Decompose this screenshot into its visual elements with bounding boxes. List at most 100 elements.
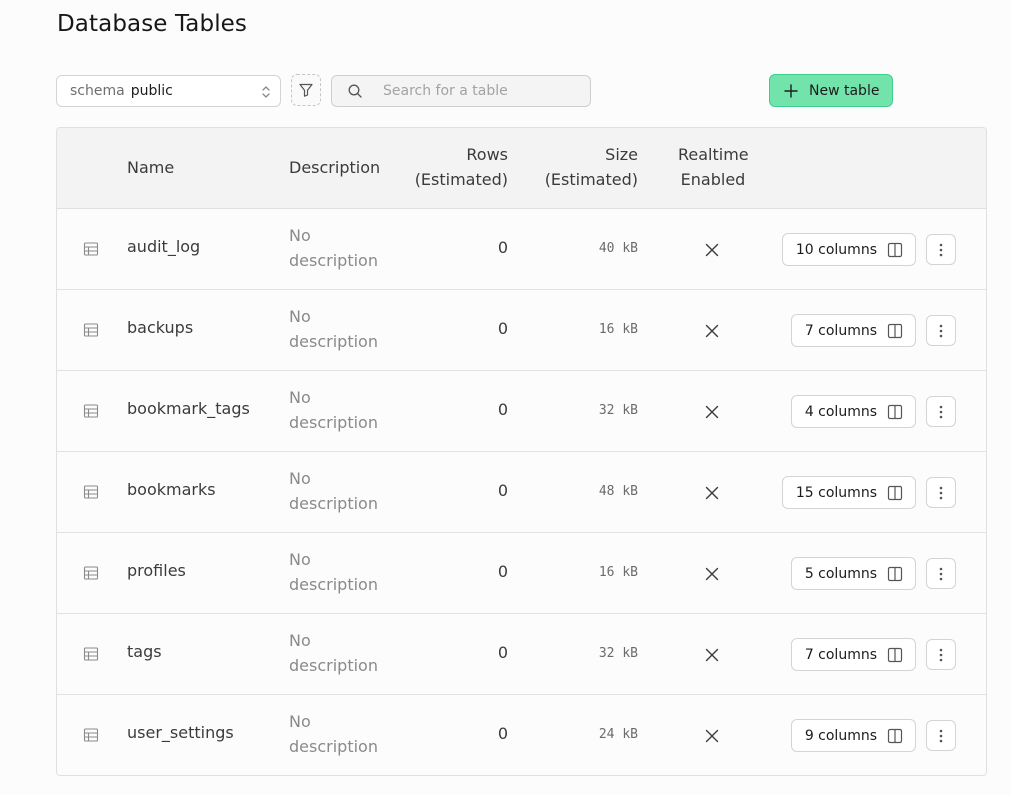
table-name[interactable]: user_settings xyxy=(127,723,234,742)
columns-label: 15 columns xyxy=(795,484,877,501)
header-rows-line2: (Estimated) xyxy=(414,170,508,189)
page-title: Database Tables xyxy=(57,11,248,37)
table-icon xyxy=(83,565,99,585)
tables-table: Name Description Rows (Estimated) Size (… xyxy=(56,127,987,776)
description-line2: description xyxy=(289,251,378,270)
columns-button[interactable]: 5 columns xyxy=(790,557,916,590)
more-vertical-icon xyxy=(939,243,943,257)
columns-button[interactable]: 7 columns xyxy=(790,314,916,347)
header-rows-line1: Rows xyxy=(466,145,508,164)
rows-estimated: 0 xyxy=(497,643,508,662)
header-size-line2: (Estimated) xyxy=(544,170,638,189)
description-line1: No xyxy=(289,469,311,488)
size-estimated: 48 kB xyxy=(598,484,638,499)
rows-estimated: 0 xyxy=(497,562,508,581)
header-size: Size (Estimated) xyxy=(545,142,638,192)
columns-label: 4 columns xyxy=(804,403,877,420)
rows-estimated: 0 xyxy=(497,724,508,743)
table-name[interactable]: bookmark_tags xyxy=(127,399,250,418)
rows-estimated: 0 xyxy=(497,238,508,257)
columns-icon xyxy=(887,323,903,339)
more-vertical-icon xyxy=(939,729,943,743)
table-description: No description xyxy=(289,385,389,435)
more-options-button[interactable] xyxy=(926,720,956,751)
size-estimated: 16 kB xyxy=(598,322,638,337)
header-description: Description xyxy=(289,158,381,177)
table-name[interactable]: tags xyxy=(127,642,162,661)
description-line2: description xyxy=(289,737,378,756)
rows-estimated: 0 xyxy=(497,481,508,500)
table-icon xyxy=(83,322,99,342)
description-line2: description xyxy=(289,413,378,432)
description-line1: No xyxy=(289,388,311,407)
chevron-up-down-icon xyxy=(259,83,273,105)
realtime-disabled-x-icon xyxy=(705,647,719,666)
description-line1: No xyxy=(289,712,311,731)
description-line1: No xyxy=(289,550,311,569)
table-row[interactable]: bookmark_tags No description 0 32 kB 4 column… xyxy=(57,371,986,452)
columns-button[interactable]: 9 columns xyxy=(790,719,916,752)
table-icon xyxy=(83,484,99,504)
plus-icon xyxy=(784,83,798,98)
description-line2: description xyxy=(289,656,378,675)
more-options-button[interactable] xyxy=(926,639,956,670)
header-realtime-line1: Realtime xyxy=(678,145,749,164)
columns-label: 7 columns xyxy=(804,322,877,339)
description-line1: No xyxy=(289,226,311,245)
table-name[interactable]: audit_log xyxy=(127,237,200,256)
more-options-button[interactable] xyxy=(926,315,956,346)
table-row[interactable]: backups No description 0 16 kB 7 columns xyxy=(57,290,986,371)
more-vertical-icon xyxy=(939,405,943,419)
realtime-disabled-x-icon xyxy=(705,242,719,261)
more-options-button[interactable] xyxy=(926,234,956,265)
more-options-button[interactable] xyxy=(926,396,956,427)
rows-estimated: 0 xyxy=(497,319,508,338)
table-icon xyxy=(83,403,99,423)
table-description: No description xyxy=(289,547,389,597)
columns-button[interactable]: 4 columns xyxy=(790,395,916,428)
realtime-disabled-x-icon xyxy=(705,404,719,423)
filter-button[interactable] xyxy=(291,74,321,106)
header-name: Name xyxy=(127,158,175,177)
filter-icon xyxy=(298,82,314,98)
realtime-disabled-x-icon xyxy=(705,323,719,342)
columns-label: 9 columns xyxy=(804,727,877,744)
description-line1: No xyxy=(289,631,311,650)
table-name[interactable]: bookmarks xyxy=(127,480,216,499)
table-icon xyxy=(83,241,99,261)
search-box[interactable] xyxy=(331,75,591,107)
columns-icon xyxy=(887,485,903,501)
columns-icon xyxy=(887,647,903,663)
table-name[interactable]: backups xyxy=(127,318,193,337)
schema-label: schema xyxy=(70,83,125,99)
table-row[interactable]: tags No description 0 32 kB 7 columns xyxy=(57,614,986,695)
search-input[interactable] xyxy=(383,83,583,99)
header-realtime: Realtime Enabled xyxy=(678,142,749,192)
more-vertical-icon xyxy=(939,648,943,662)
table-icon xyxy=(83,727,99,747)
columns-button[interactable]: 15 columns xyxy=(781,476,916,509)
realtime-disabled-x-icon xyxy=(705,566,719,585)
table-row[interactable]: profiles No description 0 16 kB 5 columns xyxy=(57,533,986,614)
size-estimated: 32 kB xyxy=(598,403,638,418)
columns-icon xyxy=(887,566,903,582)
schema-select[interactable]: schema public xyxy=(56,75,281,107)
table-row[interactable]: bookmarks No description 0 48 kB 15 columns xyxy=(57,452,986,533)
realtime-disabled-x-icon xyxy=(705,485,719,504)
more-options-button[interactable] xyxy=(926,477,956,508)
more-options-button[interactable] xyxy=(926,558,956,589)
table-row[interactable]: audit_log No description 0 40 kB 10 columns xyxy=(57,209,986,290)
table-name[interactable]: profiles xyxy=(127,561,186,580)
columns-label: 7 columns xyxy=(804,646,877,663)
columns-button[interactable]: 7 columns xyxy=(790,638,916,671)
columns-label: 5 columns xyxy=(804,565,877,582)
table-row[interactable]: user_settings No description 0 24 kB 9 column… xyxy=(57,695,986,775)
columns-icon xyxy=(887,404,903,420)
table-description: No description xyxy=(289,628,389,678)
new-table-button[interactable]: New table xyxy=(769,74,893,107)
table-description: No description xyxy=(289,709,389,759)
new-table-label: New table xyxy=(809,82,880,99)
columns-icon xyxy=(887,728,903,744)
columns-button[interactable]: 10 columns xyxy=(781,233,916,266)
header-rows: Rows (Estimated) xyxy=(415,142,508,192)
